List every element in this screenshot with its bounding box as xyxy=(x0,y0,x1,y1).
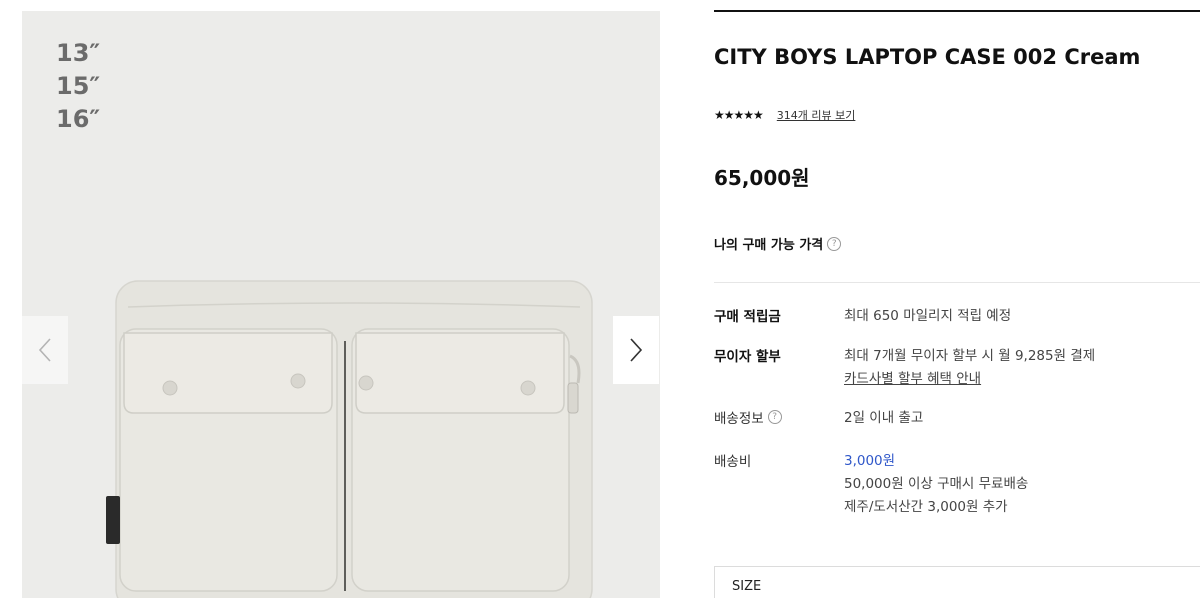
installment-value: 최대 7개월 무이자 할부 시 월 9,285원 결제 카드사별 할부 혜택 안… xyxy=(844,345,1095,391)
size-label-15: 15″ xyxy=(56,72,101,100)
star-rating-icon: ★★★★★ xyxy=(714,108,764,122)
my-price-label: 나의 구매 가능 가격 xyxy=(714,238,824,253)
size-option-label: SIZE xyxy=(732,579,762,594)
chevron-right-icon xyxy=(630,338,643,362)
review-link[interactable]: 314개 리뷰 보기 xyxy=(777,107,856,123)
section-divider xyxy=(714,282,1200,283)
my-price-row[interactable]: 나의 구매 가능 가격 ? xyxy=(714,234,842,253)
points-value: 최대 650 마일리지 적립 예정 xyxy=(844,308,1012,324)
size-label-13: 13″ xyxy=(56,39,101,67)
product-info-panel: CITY BOYS LAPTOP CASE 002 Cream ★★★★★ 31… xyxy=(714,0,1200,598)
points-label: 구매 적립금 xyxy=(714,309,781,325)
shipping-info-value: 2일 이내 출고 xyxy=(844,410,924,426)
shipping-fee-value-group: 3,000원 50,000원 이상 구매시 무료배송 제주/도서산간 3,000… xyxy=(844,450,1028,519)
product-image xyxy=(106,280,593,598)
rating-row: ★★★★★ 314개 리뷰 보기 xyxy=(714,107,855,123)
size-option-select[interactable]: SIZE xyxy=(714,566,1200,598)
island-shipping-note: 제주/도서산간 3,000원 추가 xyxy=(844,499,1008,515)
product-title: CITY BOYS LAPTOP CASE 002 Cream xyxy=(714,45,1141,69)
shipping-info-label-group: 배송정보 ? xyxy=(714,407,782,427)
shipping-info-label: 배송정보 xyxy=(714,411,764,427)
product-image-gallery: 13″ 15″ 16″ xyxy=(22,11,660,598)
next-image-button[interactable] xyxy=(613,316,659,384)
shipping-fee-value: 3,000원 xyxy=(844,453,896,469)
installment-text: 최대 7개월 무이자 할부 시 월 9,285원 결제 xyxy=(844,348,1096,364)
shipping-fee-label: 배송비 xyxy=(714,454,752,470)
chevron-left-icon xyxy=(38,338,51,362)
card-installment-link[interactable]: 카드사별 할부 혜택 안내 xyxy=(844,368,1095,391)
free-shipping-note: 50,000원 이상 구매시 무료배송 xyxy=(844,476,1029,492)
help-icon[interactable]: ? xyxy=(827,236,842,251)
size-labels: 13″ 15″ 16″ xyxy=(56,37,100,136)
top-divider xyxy=(714,10,1200,12)
size-label-16: 16″ xyxy=(56,105,101,133)
prev-image-button[interactable] xyxy=(22,316,68,384)
help-icon[interactable]: ? xyxy=(767,410,782,424)
product-price: 65,000원 xyxy=(714,166,810,190)
installment-label: 무이자 할부 xyxy=(714,349,781,365)
